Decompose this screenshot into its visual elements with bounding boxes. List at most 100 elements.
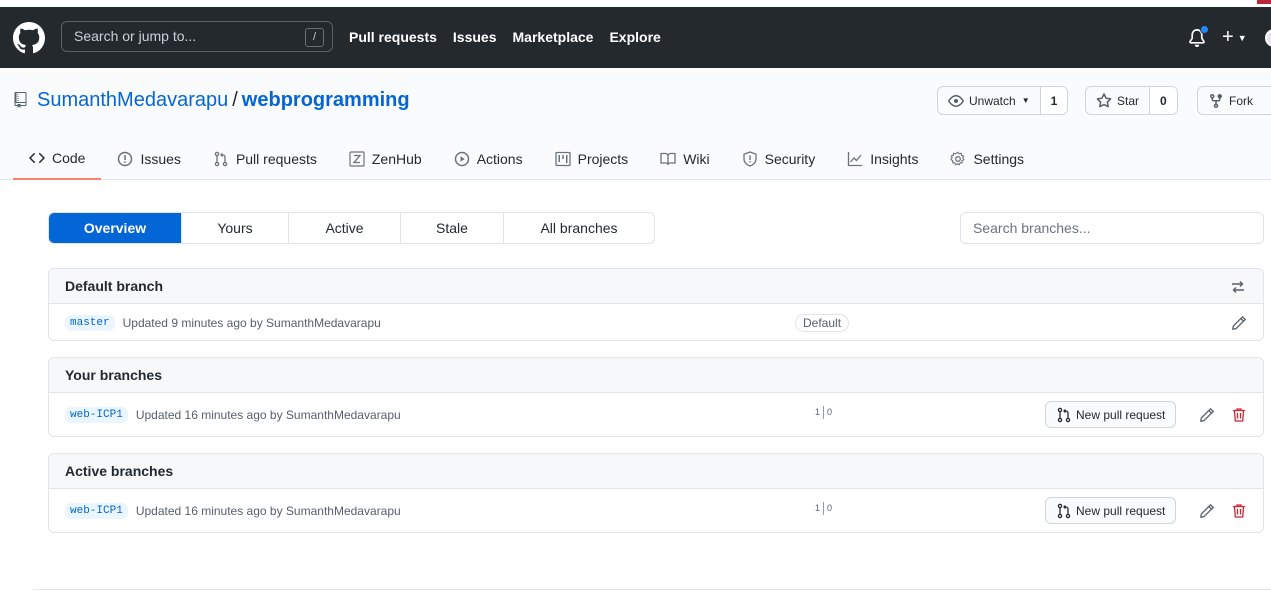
star-count[interactable]: 0 bbox=[1149, 87, 1177, 114]
chevron-down-icon: ▼ bbox=[1021, 96, 1030, 105]
your-branches-title: Your branches bbox=[65, 367, 162, 383]
pull-request-icon bbox=[214, 151, 228, 166]
notifications-bell-icon[interactable] bbox=[1188, 25, 1209, 47]
branch-nav-stale[interactable]: Stale bbox=[401, 213, 504, 243]
fork-button-label-wrap: Fork bbox=[1198, 87, 1263, 114]
tab-security[interactable]: Security bbox=[726, 137, 832, 180]
fork-icon bbox=[1210, 93, 1222, 108]
pencil-icon[interactable] bbox=[1199, 407, 1215, 423]
branch-updated-user[interactable]: SumanthMedavarapu bbox=[266, 316, 381, 330]
watch-count[interactable]: 1 bbox=[1039, 87, 1068, 114]
tab-issues[interactable]: Issues bbox=[101, 137, 196, 180]
ahead-behind-counts: 10 bbox=[815, 406, 832, 419]
tab-projects[interactable]: Projects bbox=[539, 137, 645, 180]
pencil-icon[interactable] bbox=[1199, 503, 1215, 519]
tab-insights[interactable]: Insights bbox=[831, 137, 934, 180]
tab-settings[interactable]: Settings bbox=[934, 137, 1040, 180]
tab-code[interactable]: Code bbox=[13, 137, 102, 180]
repo-icon bbox=[14, 92, 27, 108]
default-branch-header: Default branch bbox=[49, 269, 1263, 304]
branch-updated-text: Updated 9 minutes ago by SumanthMedavara… bbox=[123, 316, 381, 330]
user-avatar[interactable] bbox=[1265, 29, 1271, 47]
window-top-strip bbox=[0, 0, 1271, 7]
default-branch-row: master Updated 9 minutes ago by SumanthM… bbox=[49, 304, 1263, 340]
active-branch-row: web-ICP1 Updated 16 minutes ago by Suman… bbox=[49, 489, 1263, 532]
new-pull-request-label: New pull request bbox=[1076, 407, 1166, 422]
gear-icon bbox=[950, 150, 966, 165]
tab-zenhub[interactable]: ZenHub bbox=[333, 137, 438, 180]
default-badge: Default bbox=[795, 313, 850, 332]
star-button[interactable]: Star bbox=[1086, 87, 1149, 114]
nav-issues[interactable]: Issues bbox=[453, 29, 497, 45]
branch-updated-label: Updated 9 minutes ago by bbox=[122, 315, 263, 330]
search-shortcut-key: / bbox=[305, 28, 324, 47]
tab-actions[interactable]: Actions bbox=[438, 137, 539, 180]
branch-name-link[interactable]: web-ICP1 bbox=[65, 407, 128, 423]
nav-pull-requests[interactable]: Pull requests bbox=[349, 29, 437, 45]
star-button-group: Star 0 bbox=[1085, 86, 1178, 115]
notification-dot bbox=[1200, 25, 1209, 34]
new-pull-request-button[interactable]: New pull request bbox=[1045, 497, 1177, 524]
repo-tabs: Code Issues Pull requests ZenHub Actions… bbox=[13, 137, 1040, 180]
branch-updated-text: Updated 16 minutes ago by SumanthMedavar… bbox=[136, 504, 401, 518]
tab-zenhub-label: ZenHub bbox=[371, 150, 422, 167]
tab-pull-requests-label: Pull requests bbox=[235, 150, 317, 167]
pull-request-icon bbox=[1057, 407, 1071, 422]
branch-nav-yours[interactable]: Yours bbox=[182, 213, 289, 243]
trash-icon[interactable] bbox=[1231, 407, 1247, 423]
shield-icon bbox=[742, 150, 757, 167]
tab-wiki[interactable]: Wiki bbox=[644, 137, 725, 180]
watch-button-group: Unwatch ▼ 1 bbox=[937, 86, 1069, 115]
github-logo-icon[interactable] bbox=[13, 22, 45, 54]
trash-icon[interactable] bbox=[1231, 503, 1247, 519]
tab-settings-label: Settings bbox=[973, 150, 1025, 167]
active-branches-header: Active branches bbox=[49, 454, 1263, 489]
branch-updated-user[interactable]: SumanthMedavarapu bbox=[286, 408, 401, 422]
repo-separator: / bbox=[232, 89, 238, 111]
star-label: Star bbox=[1117, 93, 1140, 108]
branch-name-link[interactable]: master bbox=[65, 314, 115, 331]
fork-button[interactable]: Fork bbox=[1197, 86, 1271, 115]
global-search-input[interactable]: Search or jump to... / bbox=[61, 21, 333, 52]
repo-title: SumanthMedavarapu / webprogramming bbox=[37, 89, 410, 112]
nav-marketplace[interactable]: Marketplace bbox=[513, 29, 594, 45]
zenhub-icon bbox=[349, 150, 365, 167]
unwatch-button[interactable]: Unwatch ▼ bbox=[938, 87, 1040, 114]
branch-name-link[interactable]: web-ICP1 bbox=[65, 503, 128, 519]
pull-request-icon bbox=[1057, 503, 1071, 518]
book-icon bbox=[660, 152, 676, 165]
branch-updated-user[interactable]: SumanthMedavarapu bbox=[286, 504, 401, 518]
default-branch-title: Default branch bbox=[65, 278, 164, 294]
global-search-placeholder: Search or jump to... bbox=[74, 28, 197, 44]
branch-nav-active[interactable]: Active bbox=[289, 213, 401, 243]
repo-name-link[interactable]: webprogramming bbox=[242, 89, 410, 111]
tab-insights-label: Insights bbox=[870, 150, 919, 167]
ahead-count: 0 bbox=[827, 406, 833, 417]
unwatch-label: Unwatch bbox=[969, 93, 1016, 108]
chevron-down-icon: ▼ bbox=[1237, 32, 1247, 43]
arrow-switch-icon[interactable] bbox=[1230, 279, 1246, 295]
branch-nav-overview[interactable]: Overview bbox=[49, 213, 182, 243]
project-icon bbox=[554, 151, 571, 166]
new-pull-request-button[interactable]: New pull request bbox=[1045, 401, 1177, 428]
tab-issues-label: Issues bbox=[140, 150, 181, 167]
nav-explore[interactable]: Explore bbox=[609, 29, 660, 45]
star-icon bbox=[1096, 92, 1112, 107]
behind-count: 1 bbox=[815, 406, 821, 417]
your-branches-box: Your branches web-ICP1 Updated 16 minute… bbox=[48, 357, 1264, 437]
branch-nav-all-branches[interactable]: All branches bbox=[504, 213, 654, 243]
create-new-plus-icon[interactable]: + ▼ bbox=[1222, 25, 1247, 50]
eye-icon bbox=[948, 94, 964, 107]
ahead-behind-divider bbox=[823, 502, 825, 515]
tab-wiki-label: Wiki bbox=[683, 150, 710, 167]
footer-divider bbox=[33, 589, 1271, 590]
branch-updated-label: Updated 16 minutes ago by bbox=[135, 504, 283, 518]
repo-owner-link[interactable]: SumanthMedavarapu bbox=[37, 89, 228, 111]
pencil-icon[interactable] bbox=[1231, 315, 1247, 331]
window-corner-mark bbox=[1257, 0, 1271, 4]
branch-search-input[interactable] bbox=[960, 212, 1264, 244]
branch-filter-nav: Overview Yours Active Stale All branches bbox=[48, 212, 655, 244]
play-icon bbox=[454, 151, 469, 166]
your-branch-row: web-ICP1 Updated 16 minutes ago by Suman… bbox=[49, 393, 1263, 436]
tab-pull-requests[interactable]: Pull requests bbox=[197, 137, 333, 180]
